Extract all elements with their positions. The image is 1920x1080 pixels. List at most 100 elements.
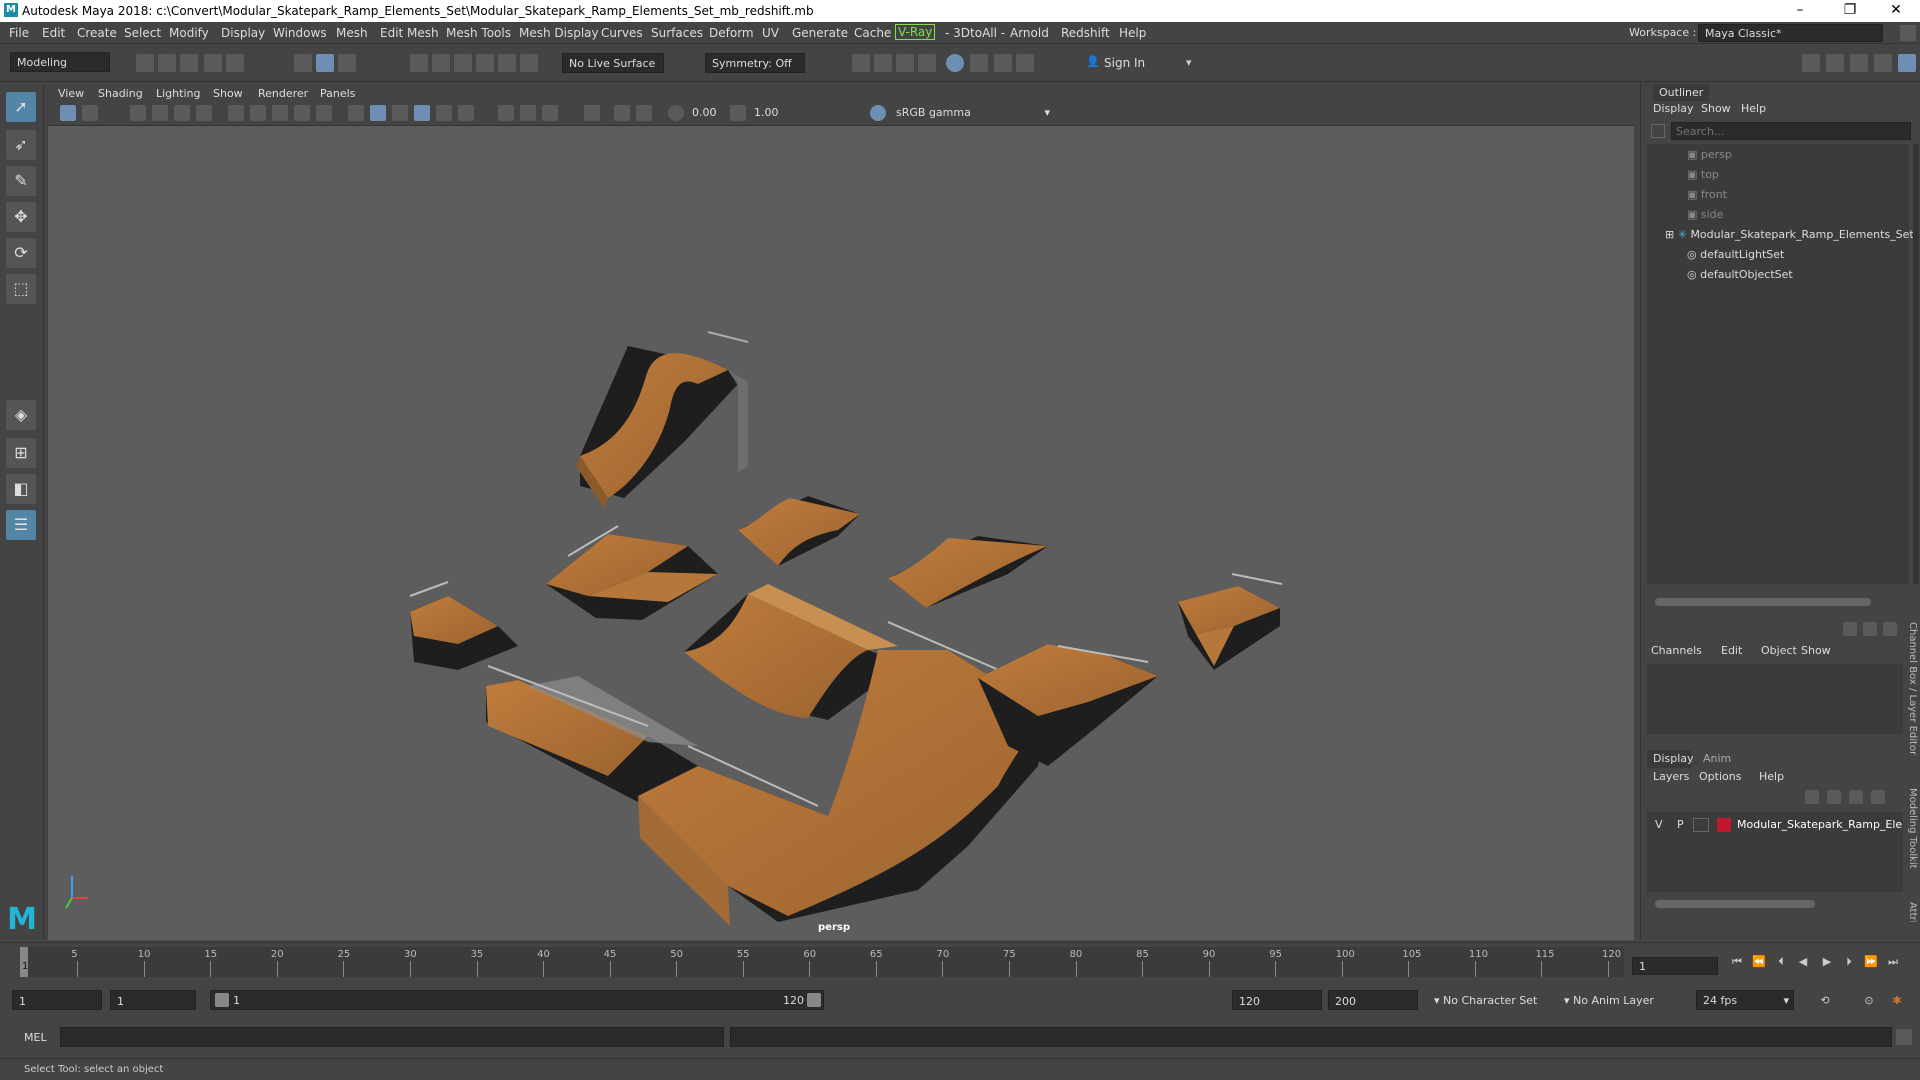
outliner-item-side[interactable]: ▣ side <box>1687 208 1723 221</box>
new-layer-selected-icon[interactable] <box>1871 790 1885 804</box>
render-frame-icon[interactable] <box>874 54 892 72</box>
time-slider[interactable]: 5 10 15 20 25 30 35 40 45 50 55 60 65 70 75 80 85 90 95 100… <box>0 942 1920 982</box>
go-to-start-icon[interactable]: ⏮ <box>1730 955 1744 969</box>
step-forward-key-icon[interactable]: ⏩ <box>1864 955 1878 969</box>
symmetry-dropdown[interactable]: Symmetry: Off <box>705 53 805 73</box>
layers-help-menu[interactable]: Help <box>1759 770 1784 783</box>
outliner-menu-help[interactable]: Help <box>1741 102 1766 115</box>
gate-mask-icon[interactable] <box>294 105 310 121</box>
textured-icon[interactable] <box>414 105 430 121</box>
menu-edit-mesh[interactable]: Edit Mesh <box>380 26 439 40</box>
camera-attributes-icon[interactable] <box>82 105 98 121</box>
select-hierarchy-icon[interactable] <box>294 54 312 72</box>
outliner-item-persp[interactable]: ▣ persp <box>1687 148 1732 161</box>
redo-icon[interactable] <box>226 54 244 72</box>
step-back-frame-icon[interactable]: ⏴ <box>1774 955 1788 969</box>
render-view-icon[interactable] <box>852 54 870 72</box>
snap-view-icon[interactable] <box>476 54 494 72</box>
playback-end-field[interactable]: 120 <box>1232 990 1322 1010</box>
attribute-editor-icon[interactable] <box>1826 54 1844 72</box>
layer-row[interactable]: V P Modular_Skatepark_Ramp_Ele <box>1647 816 1903 834</box>
outliner-item-default-light-set[interactable]: ◎ defaultLightSet <box>1687 248 1784 261</box>
layer-playback-toggle[interactable]: P <box>1677 818 1684 831</box>
bookmark-icon[interactable] <box>130 105 146 121</box>
close-button[interactable]: ✕ <box>1876 2 1916 18</box>
outliner-item-skatepark-set[interactable]: ⊞ ✳ Modular_Skatepark_Ramp_Elements_Set <box>1665 228 1914 241</box>
layer-color-swatch[interactable] <box>1717 818 1731 832</box>
anim-prefs-icon[interactable]: ✱ <box>1890 994 1904 1008</box>
outliner-scrollbar[interactable] <box>1913 144 1919 584</box>
grease-pencil-icon[interactable] <box>196 105 212 121</box>
layer-tab-display[interactable]: Display <box>1647 750 1694 768</box>
current-frame-field[interactable]: 1 <box>1632 957 1718 975</box>
range-start-handle[interactable] <box>215 993 229 1007</box>
move-layer-down-icon[interactable] <box>1827 790 1841 804</box>
outliner-menu-show[interactable]: Show <box>1701 102 1731 115</box>
channel-box-edit-icon[interactable] <box>1883 622 1897 636</box>
outliner-search-input[interactable] <box>1671 122 1911 140</box>
snap-curve-icon[interactable] <box>432 54 450 72</box>
skate-ramp-wave-tall[interactable] <box>576 331 749 508</box>
step-back-key-icon[interactable]: ⏪ <box>1752 955 1766 969</box>
viewport-menu-view[interactable]: View <box>58 87 84 100</box>
menu-help[interactable]: Help <box>1119 26 1146 40</box>
ipr-render-icon[interactable] <box>896 54 914 72</box>
select-object-icon[interactable] <box>316 54 334 72</box>
render-setup-icon[interactable] <box>970 54 988 72</box>
select-tool-icon[interactable]: ➚ <box>6 92 36 122</box>
render-settings-icon[interactable] <box>918 54 936 72</box>
layer-visibility-toggle[interactable]: V <box>1655 818 1663 831</box>
resolution-gate-icon[interactable] <box>272 105 288 121</box>
menu-file[interactable]: File <box>9 26 29 40</box>
minimize-button[interactable]: – <box>1780 2 1820 18</box>
shadows-icon[interactable] <box>458 105 474 121</box>
viewport-menu-renderer[interactable]: Renderer <box>258 87 308 100</box>
range-end-handle[interactable] <box>807 993 821 1007</box>
menu-mesh-tools[interactable]: Mesh Tools <box>446 26 511 40</box>
skate-ramp-small-quarter[interactable] <box>738 496 860 566</box>
mel-label[interactable]: MEL <box>24 1031 47 1044</box>
menu-edit[interactable]: Edit <box>42 26 65 40</box>
color-management-icon[interactable] <box>870 105 886 121</box>
skate-ramp-small-rail[interactable] <box>409 581 518 670</box>
ambient-occlusion-icon[interactable] <box>498 105 514 121</box>
menu-uv[interactable]: UV <box>762 26 779 40</box>
layer-hscrollbar[interactable] <box>1655 900 1815 908</box>
playback-start-field[interactable]: 1 <box>110 990 196 1010</box>
menu-arnold[interactable]: Arnold <box>1010 26 1049 40</box>
lasso-tool-icon[interactable]: ➶ <box>6 130 36 160</box>
channels-object-menu[interactable]: Object <box>1761 644 1797 657</box>
rotate-tool-icon[interactable]: ⟳ <box>6 238 36 268</box>
skate-ramp-spine-right[interactable] <box>1178 573 1283 670</box>
mel-command-input[interactable] <box>60 1027 724 1047</box>
channel-box-icon[interactable] <box>1874 54 1892 72</box>
move-layer-up-icon[interactable] <box>1805 790 1819 804</box>
undo-icon[interactable] <box>204 54 222 72</box>
menu-3dtoall[interactable]: - 3DtoAll - <box>945 26 1005 40</box>
workspace-dropdown[interactable]: Maya Classic* <box>1698 24 1883 42</box>
layer-type-toggle[interactable] <box>1693 818 1709 832</box>
channel-box-key-icon[interactable] <box>1843 622 1857 636</box>
four-view-layout-icon[interactable]: ⊞ <box>6 438 36 468</box>
expand-icon[interactable]: ⊞ <box>1665 228 1678 241</box>
channels-edit-menu[interactable]: Edit <box>1721 644 1742 657</box>
modeling-toolkit-icon[interactable] <box>1802 54 1820 72</box>
script-editor-icon[interactable] <box>1896 1029 1912 1045</box>
xray-icon[interactable] <box>614 105 630 121</box>
outliner-toggle-icon[interactable] <box>1898 54 1916 72</box>
animation-start-field[interactable]: 1 <box>12 990 102 1010</box>
menu-mesh[interactable]: Mesh <box>336 26 368 40</box>
exposure-field[interactable]: 0.00 <box>688 104 728 122</box>
animation-end-field[interactable]: 200 <box>1328 990 1418 1010</box>
menu-curves[interactable]: Curves <box>601 26 643 40</box>
menu-vray[interactable]: V-Ray <box>895 24 936 40</box>
anti-aliasing-icon[interactable] <box>542 105 558 121</box>
menu-set-dropdown[interactable]: Modeling <box>10 52 110 72</box>
go-to-end-icon[interactable]: ⏭ <box>1886 955 1900 969</box>
menu-generate[interactable]: Generate <box>792 26 848 40</box>
light-editor-icon[interactable] <box>994 54 1012 72</box>
new-layer-icon[interactable] <box>1849 790 1863 804</box>
two-view-layout-icon[interactable]: ◧ <box>6 474 36 504</box>
isolate-select-icon[interactable] <box>584 105 600 121</box>
gamma-icon[interactable] <box>730 105 746 121</box>
